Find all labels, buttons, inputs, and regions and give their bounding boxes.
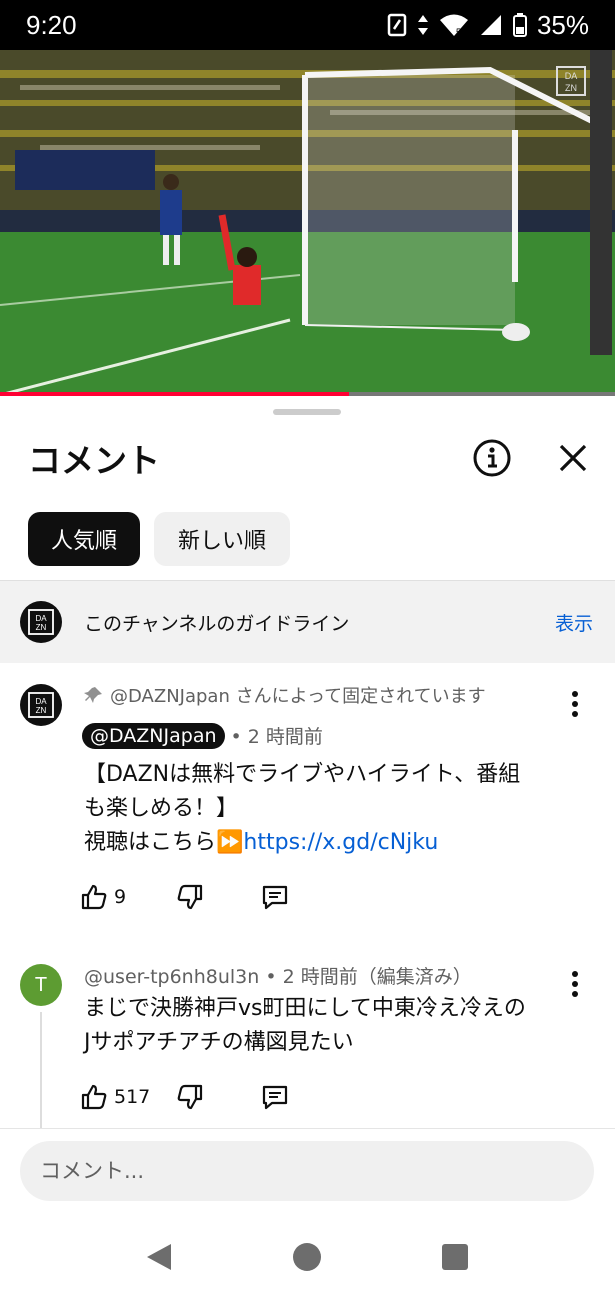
svg-text:ZN: ZN (36, 623, 47, 632)
drag-handle[interactable] (273, 409, 341, 415)
thumbs-down-icon (177, 1084, 203, 1110)
guideline-show-link[interactable]: 表示 (555, 609, 593, 636)
status-icons: 5 35% (387, 10, 589, 41)
comment-line: Jサポアチアチの構図見たい (84, 1030, 354, 1055)
sheet-title: コメント (28, 441, 160, 480)
comment-actions: 9 (80, 882, 290, 912)
dazn-logo-icon: DA ZN (28, 609, 54, 635)
svg-text:5: 5 (456, 27, 461, 37)
dislike-button[interactable] (176, 883, 260, 911)
like-count: 517 (114, 1086, 151, 1108)
signal-icon (480, 15, 501, 35)
wifi-icon: 5 (439, 14, 468, 37)
status-time: 9:20 (26, 9, 77, 40)
comment-line: 【DAZNは無料でライブやハイライト、番組 (84, 762, 521, 787)
like-button[interactable]: 9 (80, 883, 176, 911)
chip-popular[interactable]: 人気順 (28, 512, 140, 566)
svg-text:ZN: ZN (36, 706, 47, 715)
status-bar: 9:20 5 35% (0, 0, 615, 50)
video-player[interactable]: DA ZN (0, 50, 615, 395)
comment-author-line: @user-tp6nh8ul3n • 2 時間前（編集済み） (84, 966, 472, 988)
like-count: 9 (114, 886, 127, 908)
comment-avatar[interactable]: T (20, 964, 62, 1006)
thumbs-down-icon (177, 884, 203, 910)
recents-icon[interactable] (441, 1243, 469, 1271)
comment-line-prefix: 視聴はこちら⏩ (84, 830, 244, 855)
close-button[interactable] (553, 438, 593, 478)
reply-icon (262, 1085, 288, 1110)
thumbs-up-icon (81, 884, 107, 910)
comment-pinned: DA ZN @DAZNJapan さんによって固定されています @DAZNJap… (0, 682, 615, 932)
thumbs-up-icon (81, 1084, 107, 1110)
data-arrows-icon (417, 15, 428, 35)
pinned-text: @DAZNJapan さんによって固定されています (110, 686, 486, 707)
pinned-indicator: @DAZNJapan さんによって固定されています (84, 682, 486, 708)
guideline-label: このチャンネルのガイドライン (84, 613, 350, 635)
reply-button[interactable] (260, 1082, 290, 1112)
info-icon (473, 439, 511, 477)
author-name[interactable]: @DAZNJapan (82, 722, 225, 749)
chip-newest[interactable]: 新しい順 (154, 512, 290, 566)
comment-time: • 2 時間前 (230, 726, 323, 748)
svg-text:DA: DA (35, 614, 47, 623)
comment-line: まじで決勝神戸vs町田にして中東冷え冷えの (84, 996, 526, 1021)
comment-line: 視聴はこちら⏩https://x.gd/cNjku (84, 826, 584, 860)
video-frame (0, 50, 615, 395)
comment-input-bar (0, 1128, 615, 1219)
comment-text: 【DAZNは無料でライブやハイライト、番組 も楽しめる！】 視聴はこちら⏩htt… (84, 758, 584, 860)
like-button[interactable]: 517 (80, 1083, 176, 1111)
more-vert-icon (572, 691, 578, 717)
comment-text: まじで決勝神戸vs町田にして中東冷え冷えの Jサポアチアチの構図見たい (84, 992, 584, 1060)
svg-text:DA: DA (35, 697, 47, 706)
comment-line: も楽しめる！】 (84, 796, 239, 821)
comment-input[interactable] (20, 1141, 594, 1201)
close-icon (559, 444, 587, 472)
comment-more-button[interactable] (563, 684, 587, 724)
back-icon[interactable] (144, 1242, 174, 1272)
dazn-avatar: DA ZN (20, 601, 62, 643)
reply-icon (262, 885, 288, 910)
info-button[interactable] (470, 436, 514, 480)
nfc-icon (387, 13, 407, 37)
home-icon[interactable] (292, 1242, 322, 1272)
thread-line (40, 1012, 42, 1128)
system-nav-bar (0, 1218, 615, 1298)
dazn-watermark: DA ZN (556, 66, 586, 96)
comment-header: @DAZNJapan • 2 時間前 (82, 722, 323, 749)
battery-icon (512, 13, 527, 37)
battery-percent: 35% (536, 9, 589, 40)
comment-avatar[interactable]: DA ZN (20, 684, 62, 726)
pin-icon (84, 687, 102, 703)
dislike-button[interactable] (176, 1083, 260, 1111)
comment-link[interactable]: https://x.gd/cNjku (243, 830, 438, 855)
reply-button[interactable] (260, 882, 290, 912)
channel-guideline-banner[interactable]: DA ZN このチャンネルのガイドライン 表示 (0, 580, 615, 663)
comment-item: T @user-tp6nh8ul3n • 2 時間前（編集済み） まじで決勝神戸… (0, 962, 615, 1128)
dazn-logo-icon: DA ZN (28, 692, 54, 718)
comment-actions: 517 (80, 1082, 290, 1112)
